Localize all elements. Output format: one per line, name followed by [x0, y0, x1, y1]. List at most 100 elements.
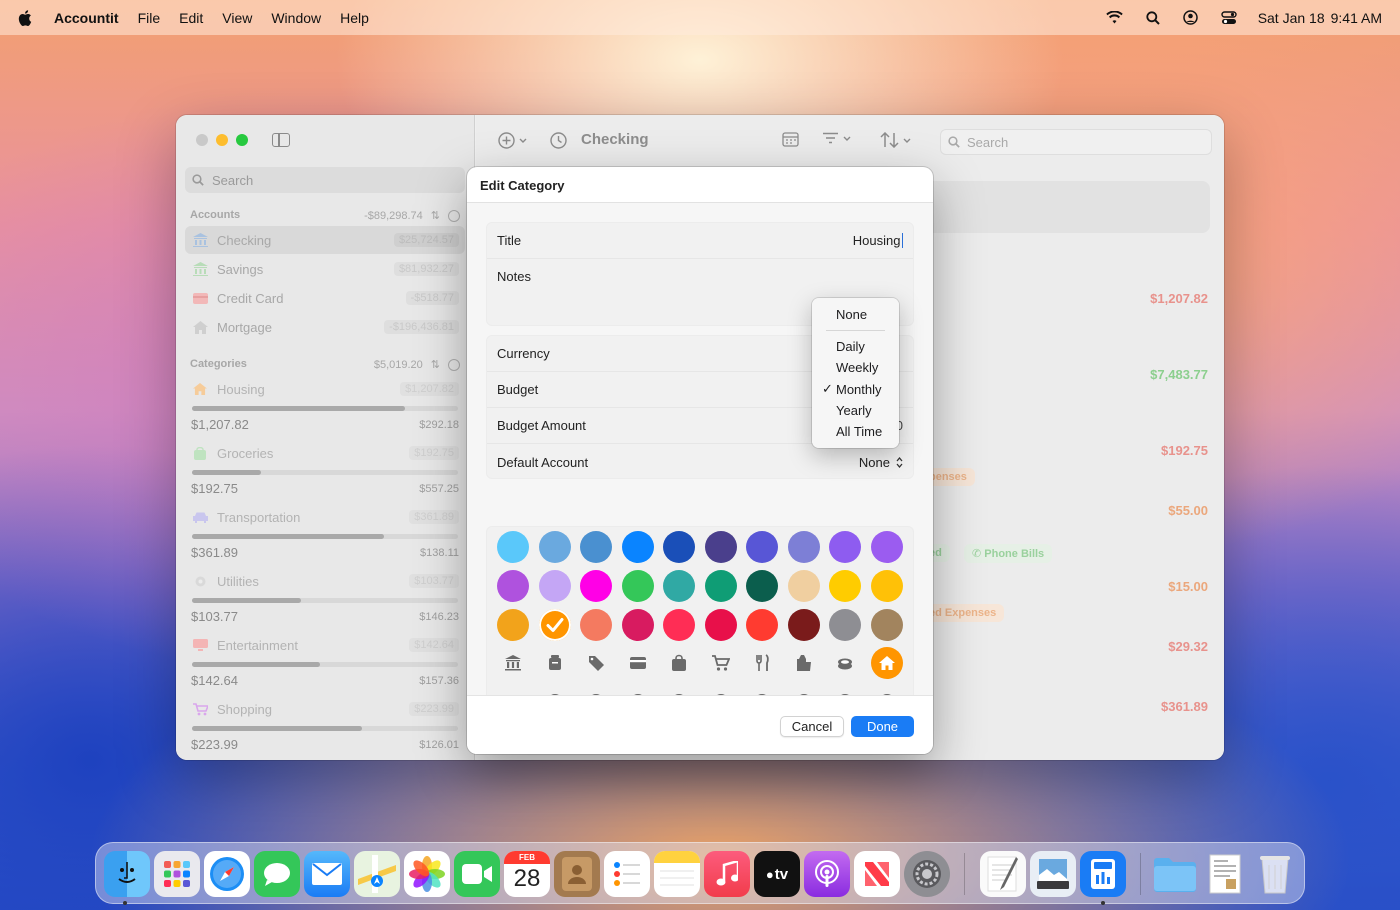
notes-dock-icon[interactable] — [654, 851, 700, 897]
tv-dock-icon[interactable]: ● tv — [754, 851, 800, 897]
fork-knife-icon[interactable] — [746, 647, 778, 679]
color-swatch[interactable] — [787, 570, 820, 602]
system-settings-dock-icon[interactable] — [904, 851, 950, 897]
credit-card-icon[interactable] — [622, 647, 654, 679]
menu-option-weekly[interactable]: Weekly — [836, 360, 878, 375]
color-swatch[interactable] — [704, 609, 737, 641]
color-swatch[interactable] — [746, 609, 778, 641]
color-swatch[interactable] — [538, 570, 571, 602]
color-swatch[interactable] — [621, 570, 654, 602]
menu-option-monthly[interactable]: Monthly — [836, 382, 882, 397]
color-swatch[interactable] — [704, 570, 737, 602]
color-swatch[interactable] — [870, 531, 903, 563]
sidebar-category-transportation[interactable]: Transportation $361.89 $361.89 $138.11 — [185, 504, 465, 560]
color-swatch[interactable] — [663, 570, 695, 602]
sidebar-account-checking[interactable]: Checking $25,724.57 — [185, 226, 465, 254]
phone-bills-chip[interactable]: ✆ Phone Bills — [964, 544, 1053, 563]
maps-dock-icon[interactable] — [354, 851, 400, 897]
sidebar-category-shopping[interactable]: Shopping $223.99 $223.99 $126.01 — [185, 696, 465, 752]
sidebar-account-credit-card[interactable]: Credit Card -$518.77 — [185, 284, 465, 312]
history-icon[interactable] — [550, 132, 567, 149]
add-menu-button[interactable] — [498, 132, 527, 149]
add-account-icon[interactable] — [448, 209, 460, 222]
menu-option-none[interactable]: None — [836, 307, 867, 322]
sidebar-category-housing[interactable]: Housing $1,207.82 $1,207.82 $292.18 — [185, 376, 465, 432]
color-swatch[interactable] — [663, 609, 695, 641]
color-swatch[interactable] — [829, 609, 861, 641]
user-account-icon[interactable] — [1182, 10, 1200, 26]
color-swatch[interactable] — [787, 609, 820, 641]
sort-arrows-icon[interactable]: ⇅ — [431, 358, 440, 371]
minimize-window-button[interactable] — [216, 134, 228, 146]
color-swatch[interactable] — [580, 570, 612, 602]
calendar-view-icon[interactable] — [782, 132, 799, 147]
money-stack-icon[interactable] — [829, 647, 861, 679]
menu-file[interactable]: File — [138, 10, 161, 26]
messages-dock-icon[interactable] — [254, 851, 300, 897]
color-swatch[interactable] — [497, 531, 529, 563]
preview-dock-icon[interactable] — [1030, 851, 1076, 897]
calendar-dock-icon[interactable]: FEB 28 — [504, 851, 550, 897]
color-swatch[interactable] — [829, 531, 861, 563]
color-swatch[interactable] — [580, 609, 612, 641]
menu-view[interactable]: View — [222, 10, 252, 26]
menu-window[interactable]: Window — [271, 10, 321, 26]
sidebar-account-mortgage[interactable]: Mortgage -$196,436.81 — [185, 313, 465, 341]
done-button[interactable]: Done — [851, 716, 914, 737]
sort-menu-button[interactable] — [880, 132, 911, 148]
safari-dock-icon[interactable] — [204, 851, 250, 897]
folder-dock-icon[interactable] — [1152, 851, 1198, 897]
menu-edit[interactable]: Edit — [179, 10, 203, 26]
control-center-icon[interactable] — [1220, 10, 1238, 26]
sidebar-toggle-icon[interactable] — [272, 133, 290, 147]
menu-option-daily[interactable]: Daily — [836, 339, 865, 354]
sidebar-search-field[interactable]: Search — [185, 167, 465, 193]
piggy-bank-icon[interactable] — [539, 647, 571, 679]
title-input[interactable]: Housing — [853, 233, 903, 248]
sort-arrows-icon[interactable]: ⇅ — [431, 209, 440, 222]
color-swatch[interactable] — [704, 531, 737, 563]
color-swatch[interactable] — [580, 531, 612, 563]
color-swatch[interactable] — [497, 570, 529, 602]
facetime-dock-icon[interactable] — [454, 851, 500, 897]
color-swatch[interactable] — [538, 531, 571, 563]
color-swatch[interactable] — [829, 570, 861, 602]
bag-icon[interactable] — [663, 647, 695, 679]
textedit-dock-icon[interactable] — [980, 851, 1026, 897]
menu-option-yearly[interactable]: Yearly — [836, 403, 872, 418]
add-category-icon[interactable] — [448, 358, 460, 371]
color-swatch[interactable] — [621, 531, 654, 563]
mail-dock-icon[interactable] — [304, 851, 350, 897]
color-swatch[interactable] — [621, 609, 654, 641]
cart-icon[interactable] — [705, 647, 737, 679]
launchpad-dock-icon[interactable] — [154, 851, 200, 897]
toolbar-search-field[interactable]: Search — [940, 129, 1212, 155]
news-dock-icon[interactable] — [854, 851, 900, 897]
accountit-dock-icon[interactable] — [1080, 851, 1126, 897]
color-swatch[interactable] — [870, 570, 903, 602]
gift-icon[interactable] — [788, 647, 820, 679]
cancel-button[interactable]: Cancel — [780, 716, 844, 737]
menu-option-all-time[interactable]: All Time — [836, 424, 882, 439]
music-dock-icon[interactable] — [704, 851, 750, 897]
sidebar-category-groceries[interactable]: Groceries $192.75 $192.75 $557.25 — [185, 440, 465, 496]
zoom-window-button[interactable] — [236, 134, 248, 146]
menubar-date[interactable]: Sat Jan 18 — [1258, 10, 1325, 26]
spotlight-search-icon[interactable] — [1144, 10, 1162, 26]
color-swatch[interactable] — [746, 531, 778, 563]
photos-dock-icon[interactable] — [404, 851, 450, 897]
color-swatch[interactable] — [538, 609, 571, 641]
category-chip[interactable]: ed Expenses — [921, 604, 1005, 622]
wifi-icon[interactable] — [1106, 10, 1124, 26]
color-swatch[interactable] — [870, 609, 903, 641]
menu-app-name[interactable]: Accountit — [54, 10, 119, 26]
color-swatch[interactable] — [663, 531, 695, 563]
menubar-time[interactable]: 9:41 AM — [1331, 10, 1382, 26]
document-dock-icon[interactable] — [1202, 851, 1248, 897]
default-account-select[interactable]: None — [859, 455, 903, 470]
sidebar-category-utilities[interactable]: Utilities $103.77 $103.77 $146.23 — [185, 568, 465, 624]
color-swatch[interactable] — [787, 531, 820, 563]
podcasts-dock-icon[interactable] — [804, 851, 850, 897]
bank-icon[interactable] — [497, 647, 529, 679]
reminders-dock-icon[interactable] — [604, 851, 650, 897]
